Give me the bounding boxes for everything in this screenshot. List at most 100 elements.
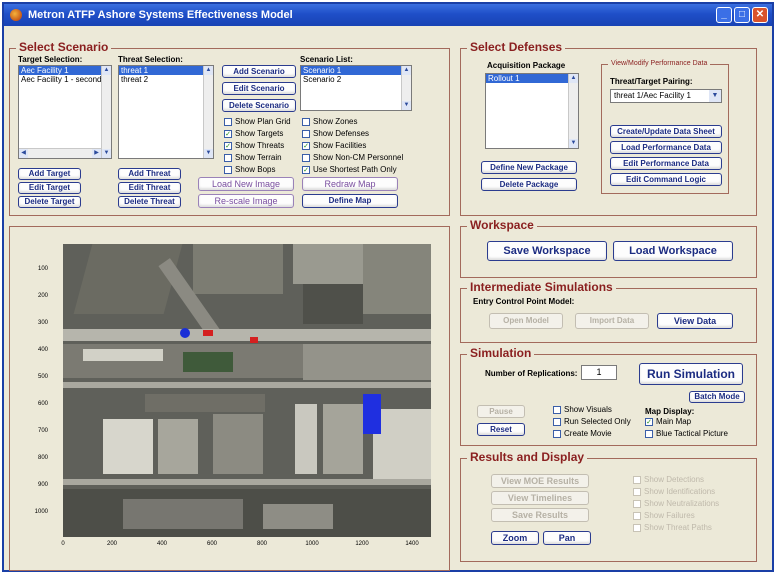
- threat-marker-icon[interactable]: [203, 330, 213, 336]
- scroll-up-icon[interactable]: ▲: [402, 66, 411, 75]
- checkbox-box[interactable]: [645, 429, 653, 438]
- show-facilities-checkbox[interactable]: ✓ Show Facilities: [302, 141, 366, 151]
- view-moe-results-button[interactable]: View MOE Results: [491, 474, 589, 488]
- checkbox-box[interactable]: [224, 153, 232, 162]
- blue-tactical-picture-checkbox[interactable]: Blue Tactical Picture: [645, 429, 728, 439]
- save-workspace-button[interactable]: Save Workspace: [487, 241, 607, 261]
- scroll-down-icon[interactable]: ▼: [569, 139, 578, 148]
- threat-vscroll[interactable]: ▲ ▼: [203, 66, 213, 158]
- threat-marker-icon[interactable]: [250, 337, 258, 343]
- checkbox-box[interactable]: [633, 523, 641, 532]
- delete-target-button[interactable]: Delete Target: [18, 196, 81, 208]
- use-shortest-path-checkbox[interactable]: ✓ Use Shortest Path Only: [302, 165, 397, 175]
- defense-marker-icon[interactable]: [180, 328, 190, 338]
- add-target-button[interactable]: Add Target: [18, 168, 81, 180]
- edit-target-button[interactable]: Edit Target: [18, 182, 81, 194]
- rescale-image-button[interactable]: Re-scale Image: [198, 194, 294, 208]
- acquisition-package-listbox[interactable]: Rollout 1 ▲ ▼: [485, 73, 579, 149]
- checkbox-box[interactable]: [224, 165, 232, 174]
- load-new-image-button[interactable]: Load New Image: [198, 177, 294, 191]
- delete-threat-button[interactable]: Delete Threat: [118, 196, 181, 208]
- check-icon[interactable]: ✓: [302, 165, 310, 174]
- scenario-listbox[interactable]: Scenario 1 Scenario 2 ▲ ▼: [300, 65, 412, 111]
- checkbox-box[interactable]: [224, 117, 232, 126]
- target-vscroll[interactable]: ▲ ▼: [101, 66, 111, 158]
- show-bops-checkbox[interactable]: Show Bops: [224, 165, 275, 175]
- show-threats-checkbox[interactable]: ✓ Show Threats: [224, 141, 284, 151]
- threat-listbox[interactable]: threat 1 threat 2 ▲ ▼: [118, 65, 214, 159]
- create-data-sheet-button[interactable]: Create/Update Data Sheet: [610, 125, 722, 138]
- target-listbox[interactable]: Aec Facility 1 Aec Facility 1 - second ◀…: [18, 65, 112, 159]
- show-detections-checkbox[interactable]: Show Detections: [633, 475, 704, 485]
- scroll-down-icon[interactable]: ▼: [102, 149, 111, 158]
- batch-mode-button[interactable]: Batch Mode: [689, 391, 745, 403]
- zoom-button[interactable]: Zoom: [491, 531, 539, 545]
- title-bar[interactable]: Metron ATFP Ashore Systems Effectiveness…: [4, 4, 772, 26]
- facility-target-marker[interactable]: [363, 394, 381, 434]
- scroll-down-icon[interactable]: ▼: [402, 101, 411, 110]
- checkbox-box[interactable]: [633, 487, 641, 496]
- list-item[interactable]: Aec Facility 1: [19, 66, 111, 75]
- edit-scenario-button[interactable]: Edit Scenario: [222, 82, 296, 95]
- load-workspace-button[interactable]: Load Workspace: [613, 241, 733, 261]
- delete-package-button[interactable]: Delete Package: [481, 178, 577, 191]
- checkbox-box[interactable]: [302, 117, 310, 126]
- scenario-vscroll[interactable]: ▲ ▼: [401, 66, 411, 110]
- show-plan-grid-checkbox[interactable]: Show Plan Grid: [224, 117, 291, 127]
- scroll-up-icon[interactable]: ▲: [204, 66, 213, 75]
- checkbox-box[interactable]: [553, 417, 561, 426]
- list-item[interactable]: threat 1: [119, 66, 213, 75]
- create-movie-checkbox[interactable]: Create Movie: [553, 429, 612, 439]
- edit-threat-button[interactable]: Edit Threat: [118, 182, 181, 194]
- scroll-left-icon[interactable]: ◀: [19, 149, 28, 158]
- scroll-right-icon[interactable]: ▶: [92, 149, 101, 158]
- pairing-select[interactable]: threat 1/Aec Facility 1 ▼: [610, 89, 722, 103]
- check-icon[interactable]: ✓: [224, 141, 232, 150]
- minimize-icon[interactable]: _: [716, 7, 732, 23]
- checkbox-box[interactable]: [553, 429, 561, 438]
- run-selected-only-checkbox[interactable]: Run Selected Only: [553, 417, 631, 427]
- import-data-button[interactable]: Import Data: [575, 313, 649, 329]
- pan-button[interactable]: Pan: [543, 531, 591, 545]
- package-vscroll[interactable]: ▲ ▼: [568, 74, 578, 148]
- maximize-icon[interactable]: □: [734, 7, 750, 23]
- redraw-map-button[interactable]: Redraw Map: [302, 177, 398, 191]
- list-item[interactable]: Scenario 2: [301, 75, 411, 84]
- edit-performance-data-button[interactable]: Edit Performance Data: [610, 157, 722, 170]
- checkbox-box[interactable]: [633, 499, 641, 508]
- show-identifications-checkbox[interactable]: Show Identifications: [633, 487, 715, 497]
- main-map-checkbox[interactable]: ✓ Main Map: [645, 417, 691, 427]
- show-targets-checkbox[interactable]: ✓ Show Targets: [224, 129, 283, 139]
- list-item[interactable]: Scenario 1: [301, 66, 411, 75]
- view-data-button[interactable]: View Data: [657, 313, 733, 329]
- load-performance-data-button[interactable]: Load Performance Data: [610, 141, 722, 154]
- target-hscroll[interactable]: ◀ ▶: [19, 148, 101, 158]
- save-results-button[interactable]: Save Results: [491, 508, 589, 522]
- show-zones-checkbox[interactable]: Show Zones: [302, 117, 357, 127]
- add-threat-button[interactable]: Add Threat: [118, 168, 181, 180]
- scroll-up-icon[interactable]: ▲: [102, 66, 111, 75]
- show-terrain-checkbox[interactable]: Show Terrain: [224, 153, 282, 163]
- checkbox-box[interactable]: [633, 475, 641, 484]
- scroll-up-icon[interactable]: ▲: [569, 74, 578, 83]
- show-failures-checkbox[interactable]: Show Failures: [633, 511, 695, 521]
- list-item[interactable]: threat 2: [119, 75, 213, 84]
- define-map-button[interactable]: Define Map: [302, 194, 398, 208]
- view-timelines-button[interactable]: View Timelines: [491, 491, 589, 505]
- open-model-button[interactable]: Open Model: [489, 313, 563, 329]
- chevron-down-icon[interactable]: ▼: [709, 90, 721, 102]
- show-non-cm-personnel-checkbox[interactable]: Show Non-CM Personnel: [302, 153, 403, 163]
- checkbox-box[interactable]: [302, 153, 310, 162]
- run-simulation-button[interactable]: Run Simulation: [639, 363, 743, 385]
- reset-button[interactable]: Reset: [477, 423, 525, 436]
- list-item[interactable]: Aec Facility 1 - second: [19, 75, 111, 84]
- pause-button[interactable]: Pause: [477, 405, 525, 418]
- check-icon[interactable]: ✓: [645, 417, 653, 426]
- checkbox-box[interactable]: [633, 511, 641, 520]
- show-visuals-checkbox[interactable]: Show Visuals: [553, 405, 612, 415]
- checkbox-box[interactable]: [302, 129, 310, 138]
- show-defenses-checkbox[interactable]: Show Defenses: [302, 129, 369, 139]
- checkbox-box[interactable]: [553, 405, 561, 414]
- check-icon[interactable]: ✓: [302, 141, 310, 150]
- add-scenario-button[interactable]: Add Scenario: [222, 65, 296, 78]
